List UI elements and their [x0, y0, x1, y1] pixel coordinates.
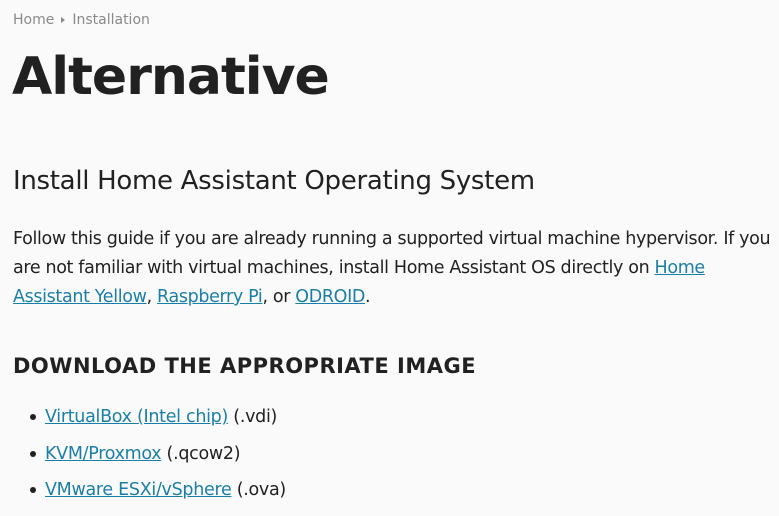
page-title: Alternative	[12, 47, 330, 107]
file-extension: (.ova)	[231, 480, 287, 500]
intro-separator-1: ,	[146, 287, 158, 307]
bullet-icon	[30, 414, 36, 420]
download-list: VirtualBox (Intel chip) (.vdi) KVM/Proxm…	[13, 400, 286, 510]
list-item: VMware ESXi/vSphere (.ova)	[13, 473, 286, 510]
intro-period: .	[365, 287, 371, 307]
file-extension: (.vdi)	[228, 407, 278, 427]
file-extension: (.qcow2)	[161, 443, 241, 464]
page: Home Installation Alternative Install Ho…	[0, 0, 779, 516]
breadcrumb-home-link[interactable]: Home	[13, 12, 54, 28]
breadcrumb-separator-icon	[61, 17, 66, 23]
vmware-download-link[interactable]: VMware ESXi/vSphere	[45, 480, 232, 500]
bullet-icon	[30, 487, 36, 493]
intro-paragraph: Follow this guide if you are already run…	[13, 225, 773, 312]
list-item: VirtualBox (Intel chip) (.vdi)	[13, 400, 286, 437]
odroid-link[interactable]: ODROID	[295, 287, 365, 307]
bullet-icon	[30, 450, 36, 457]
raspberry-pi-link[interactable]: Raspberry Pi	[157, 287, 263, 307]
kvm-proxmox-download-link[interactable]: KVM/Proxmox	[45, 444, 162, 464]
section-title: Install Home Assistant Operating System	[13, 166, 535, 196]
download-heading: DOWNLOAD THE APPROPRIATE IMAGE	[13, 354, 477, 378]
breadcrumb-installation-link[interactable]: Installation	[72, 12, 150, 28]
breadcrumb: Home Installation	[13, 12, 150, 28]
intro-separator-2: , or	[262, 287, 296, 307]
virtualbox-download-link[interactable]: VirtualBox (Intel chip)	[45, 407, 228, 427]
list-item: KVM/Proxmox (.qcow2)	[13, 437, 286, 474]
